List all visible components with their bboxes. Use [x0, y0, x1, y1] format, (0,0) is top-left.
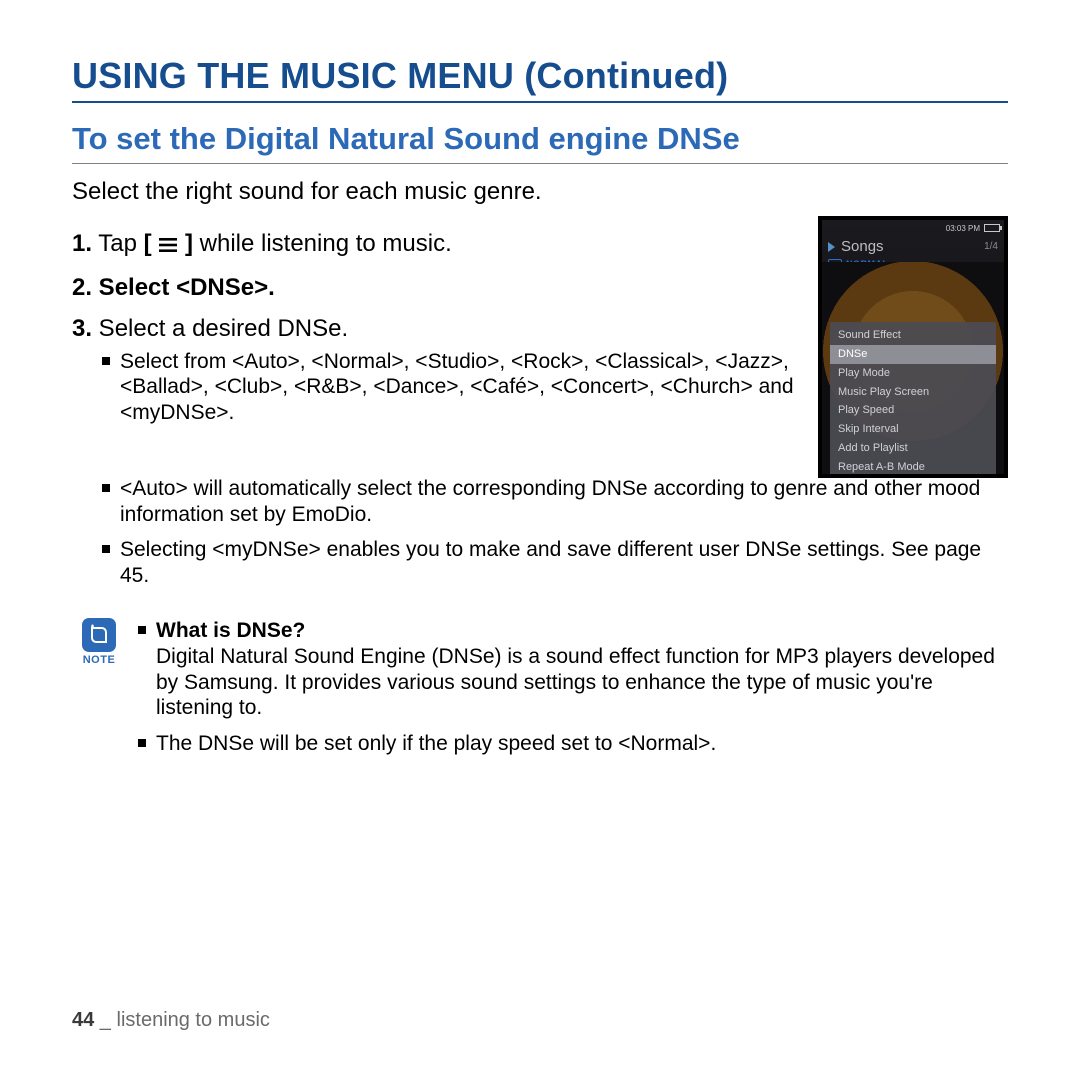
note-question: What is DNSe? [156, 619, 305, 642]
step-1-post: while listening to music. [193, 230, 452, 257]
bullet-mydnse: Selecting <myDNSe> enables you to make a… [102, 537, 1008, 588]
device-screenshot: 03:03 PM Songs 1/4 NORMAL Sound EffectDN… [818, 216, 1008, 478]
section-rule [72, 163, 1008, 164]
step-3-text: Select a desired DNSe. [92, 315, 348, 342]
device-clock: 03:03 PM [946, 224, 980, 233]
note-body: What is DNSe? Digital Natural Sound Engi… [138, 618, 1008, 766]
step-2: 2. Select <DNSe>. [72, 274, 810, 302]
step-3-bullets-cont: <Auto> will automatically select the cor… [102, 476, 1008, 588]
step-3-bullets: Select from <Auto>, <Normal>, <Studio>, … [102, 349, 810, 426]
step-1-pre: Tap [92, 230, 144, 257]
step-2-num: 2. [72, 274, 92, 301]
device-songs-label: Songs [841, 238, 978, 255]
device-context-menu: Sound EffectDNSePlay ModeMusic Play Scre… [830, 322, 996, 478]
bullet-dnse-options: Select from <Auto>, <Normal>, <Studio>, … [102, 349, 810, 426]
footer-section: listening to music [117, 1009, 270, 1031]
note-icon-wrap: NOTE [72, 618, 126, 666]
play-arrow-icon [828, 242, 835, 252]
step-1: 1. Tap [ ] while listening to music. [72, 230, 810, 260]
step-1-lbracket: [ [144, 230, 152, 257]
footer-sep: _ [94, 1009, 116, 1031]
title-rule [72, 101, 1008, 103]
device-menu-item: Music Play Screen [830, 383, 996, 402]
step-1-rbracket: ] [185, 230, 193, 257]
note-what-is-dnse: What is DNSe? Digital Natural Sound Engi… [138, 618, 1008, 720]
page-title: USING THE MUSIC MENU (Continued) [72, 55, 1008, 97]
device-menu-item: Add to Playlist [830, 439, 996, 458]
manual-page: USING THE MUSIC MENU (Continued) To set … [0, 0, 1080, 1080]
device-menu-item: Play Mode [830, 364, 996, 383]
page-number: 44 [72, 1009, 94, 1031]
device-menu-item: Sound Effect [830, 326, 996, 345]
note-label: NOTE [72, 654, 126, 666]
menu-icon [158, 232, 178, 260]
device-status-bar: 03:03 PM [822, 220, 1004, 234]
bullet-auto: <Auto> will automatically select the cor… [102, 476, 1008, 527]
step-3: 3. Select a desired DNSe. Select from <A… [72, 315, 810, 425]
note-icon [82, 618, 116, 652]
step-3-num: 3. [72, 315, 92, 342]
device-menu-item: DNSe [830, 345, 996, 364]
page-footer: 44 _ listening to music [72, 1009, 270, 1032]
step-2-text: Select <DNSe>. [92, 274, 275, 301]
body-wrap: 1. Tap [ ] while listening to music. 2. … [72, 230, 1008, 478]
section-heading: To set the Digital Natural Sound engine … [72, 121, 1008, 157]
intro-text: Select the right sound for each music ge… [72, 178, 1008, 206]
steps-column: 1. Tap [ ] while listening to music. 2. … [72, 230, 810, 440]
device-menu-item: Repeat A-B Mode [830, 458, 996, 477]
step-1-num: 1. [72, 230, 92, 257]
note-block: NOTE What is DNSe? Digital Natural Sound… [72, 618, 1008, 766]
device-menu-item: Skip Interval [830, 420, 996, 439]
device-track-count: 1/4 [984, 241, 998, 252]
device-header: Songs 1/4 [822, 234, 1004, 257]
battery-icon [984, 224, 1000, 232]
note-answer-1: Digital Natural Sound Engine (DNSe) is a… [156, 645, 995, 719]
note-play-speed: The DNSe will be set only if the play sp… [138, 731, 1008, 757]
device-menu-item: Play Speed [830, 401, 996, 420]
